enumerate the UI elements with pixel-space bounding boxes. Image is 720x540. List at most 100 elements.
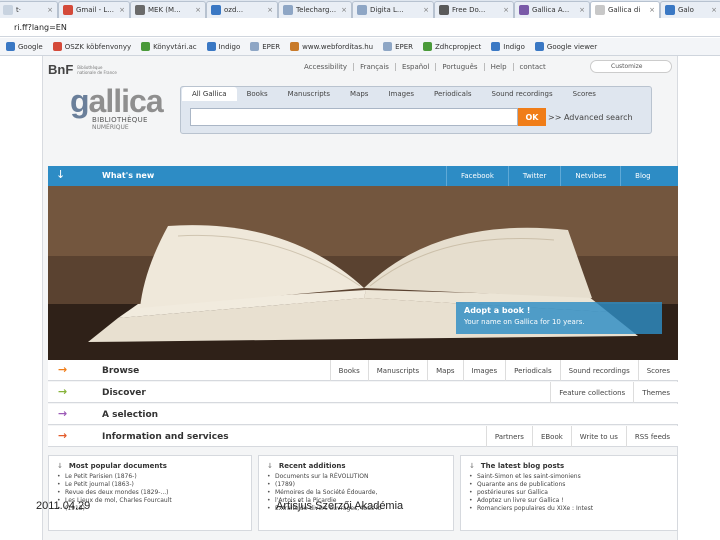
search-tab-images[interactable]: Images — [378, 87, 424, 101]
bookmark-item[interactable]: www.webfordítas.hu — [290, 42, 373, 51]
browser-tab[interactable]: MEK (M... × — [130, 1, 206, 18]
close-icon[interactable]: × — [263, 6, 273, 14]
link-contact[interactable]: contact — [512, 63, 552, 71]
browser-tab[interactable]: Galo × — [660, 1, 720, 18]
search-tab-maps[interactable]: Maps — [340, 87, 378, 101]
bookmark-item[interactable]: Könyvtári.ac — [141, 42, 197, 51]
browser-tab[interactable]: Gallica A... × — [514, 1, 590, 18]
close-icon[interactable]: × — [499, 6, 509, 14]
bookmarks-bar: Google OSZK köbfenvonyy Könyvtári.ac Indigo… — [0, 38, 720, 56]
bookmark-item[interactable]: Google — [6, 42, 43, 51]
discover-themes[interactable]: Themes — [633, 382, 678, 403]
link-francais[interactable]: Français — [353, 63, 395, 71]
browse-periodicals[interactable]: Periodicals — [505, 360, 560, 381]
bookmark-favicon-icon — [52, 42, 62, 51]
info-write[interactable]: Write to us — [570, 426, 626, 447]
bookmark-item[interactable]: OSZK köbfenvonyy — [52, 42, 132, 51]
close-icon[interactable]: × — [419, 6, 429, 14]
list-item[interactable]: Le Petit journal (1863-) — [49, 481, 251, 489]
close-icon[interactable]: × — [337, 6, 347, 14]
info-ebook[interactable]: EBook — [531, 426, 571, 447]
panel-title: Most popular documents — [68, 462, 167, 470]
bookmark-item[interactable]: Indigo — [491, 42, 525, 51]
row-title: Discover — [102, 388, 146, 398]
list-item[interactable]: Documents sur la RÉVOLUTION — [259, 473, 453, 481]
gallica-logo[interactable]: gallica BIBLIOTHÈQUE NUMÉRIQUE — [70, 83, 164, 131]
discover-feature-collections[interactable]: Feature collections — [550, 382, 633, 403]
close-icon[interactable]: × — [191, 6, 201, 14]
list-item[interactable]: Quarante ans de publications — [461, 481, 677, 489]
browse-maps[interactable]: Maps — [427, 360, 462, 381]
tab-label: Digita L... — [370, 6, 404, 14]
advanced-search-link[interactable]: >> Advanced search — [548, 108, 633, 126]
list-item[interactable]: (1789) — [259, 481, 453, 489]
link-accessibility[interactable]: Accessibility — [298, 63, 353, 71]
search-tab-manuscripts[interactable]: Manuscripts — [278, 87, 340, 101]
browser-tab[interactable]: ozd... × — [206, 1, 278, 18]
close-icon[interactable]: × — [575, 6, 585, 14]
bookmark-item[interactable]: EPER — [383, 42, 413, 51]
link-blog[interactable]: Blog — [620, 166, 664, 186]
arrow-right-icon: → — [58, 385, 68, 398]
browse-scores[interactable]: Scores — [637, 360, 678, 381]
browser-tab[interactable]: Digita L... × — [352, 1, 434, 18]
bookmark-item[interactable]: Indigo — [206, 42, 240, 51]
link-help[interactable]: Help — [483, 63, 513, 71]
search-ok-button[interactable]: OK — [518, 108, 546, 126]
browser-tab[interactable]: Gmail - L... × — [58, 1, 130, 18]
search-tab-all[interactable]: All Gallica — [182, 87, 237, 101]
adopt-a-book-banner[interactable]: Adopt a book ! Your name on Gallica for … — [456, 302, 662, 334]
list-item[interactable]: Mémoires de la Société Édouarde, — [259, 489, 453, 497]
bookmark-item[interactable]: Zdhcpropject — [423, 42, 481, 51]
list-item[interactable]: postérieures sur Gallica — [461, 489, 677, 497]
browser-tab[interactable]: Gallica di × — [590, 1, 660, 18]
info-partners[interactable]: Partners — [485, 426, 532, 447]
close-icon[interactable]: × — [43, 6, 53, 14]
bookmark-item[interactable]: Google viewer — [534, 42, 597, 51]
close-icon[interactable]: × — [645, 6, 655, 14]
link-espanol[interactable]: Español — [394, 63, 435, 71]
bookmark-favicon-icon — [206, 42, 216, 51]
address-bar[interactable]: ri.ff?lang=EN — [0, 19, 720, 37]
arrow-down-icon: ↓ — [56, 168, 66, 181]
info-rss[interactable]: RSS feeds — [625, 426, 678, 447]
row-information[interactable]: → Information and services Partners EBoo… — [48, 426, 678, 447]
search-tab-periodicals[interactable]: Periodicals — [424, 87, 482, 101]
search-tab-books[interactable]: Books — [237, 87, 278, 101]
bnf-logo[interactable]: BnF Bibliothèque nationale de France — [48, 62, 121, 77]
list-item[interactable]: Revue des deux mondes (1829-...) — [49, 489, 251, 497]
row-discover[interactable]: → Discover Feature collections Themes — [48, 382, 678, 403]
row-browse[interactable]: → Browse Books Manuscripts Maps Images P… — [48, 360, 678, 381]
list-item[interactable]: Saint-Simon et les saint-simoniens — [461, 473, 677, 481]
close-icon[interactable]: × — [115, 6, 125, 14]
browser-tab[interactable]: t· × — [0, 1, 58, 18]
link-facebook[interactable]: Facebook — [446, 166, 508, 186]
link-netvibes[interactable]: Netvibes — [560, 166, 620, 186]
list-item[interactable]: Adoptez un livre sur Gallica ! — [461, 497, 677, 505]
browse-images[interactable]: Images — [462, 360, 506, 381]
row-title: A selection — [102, 410, 159, 420]
browser-tab[interactable]: Free Do... × — [434, 1, 514, 18]
tab-favicon-icon — [595, 5, 605, 15]
search-input[interactable] — [190, 108, 518, 126]
browse-books[interactable]: Books — [329, 360, 368, 381]
bnf-subtitle: Bibliothèque nationale de France — [77, 64, 117, 75]
search-tab-scores[interactable]: Scores — [563, 87, 606, 101]
browse-manuscripts[interactable]: Manuscripts — [367, 360, 427, 381]
bookmark-label: Indigo — [503, 42, 525, 51]
search-tab-sound[interactable]: Sound recordings — [482, 87, 563, 101]
list-item[interactable]: Le Petit Parisien (1876-) — [49, 473, 251, 481]
bookmark-label: OSZK köbfenvonyy — [64, 42, 132, 51]
list-item[interactable]: Romanciers populaires du XIXe : Intest — [461, 505, 677, 513]
hero-open-book-image[interactable]: Adopt a book ! Your name on Gallica for … — [48, 186, 678, 360]
link-portugues[interactable]: Português — [435, 63, 483, 71]
close-icon[interactable]: × — [707, 6, 717, 14]
customize-button[interactable]: Customize — [590, 60, 672, 73]
tab-label: t· — [16, 6, 21, 14]
row-selection[interactable]: → A selection — [48, 404, 678, 425]
gallica-wordmark: gallica — [70, 83, 164, 119]
link-twitter[interactable]: Twitter — [507, 166, 560, 186]
bookmark-item[interactable]: EPER — [250, 42, 280, 51]
browser-tab[interactable]: Telecharg... × — [278, 1, 352, 18]
browse-sound[interactable]: Sound recordings — [559, 360, 638, 381]
